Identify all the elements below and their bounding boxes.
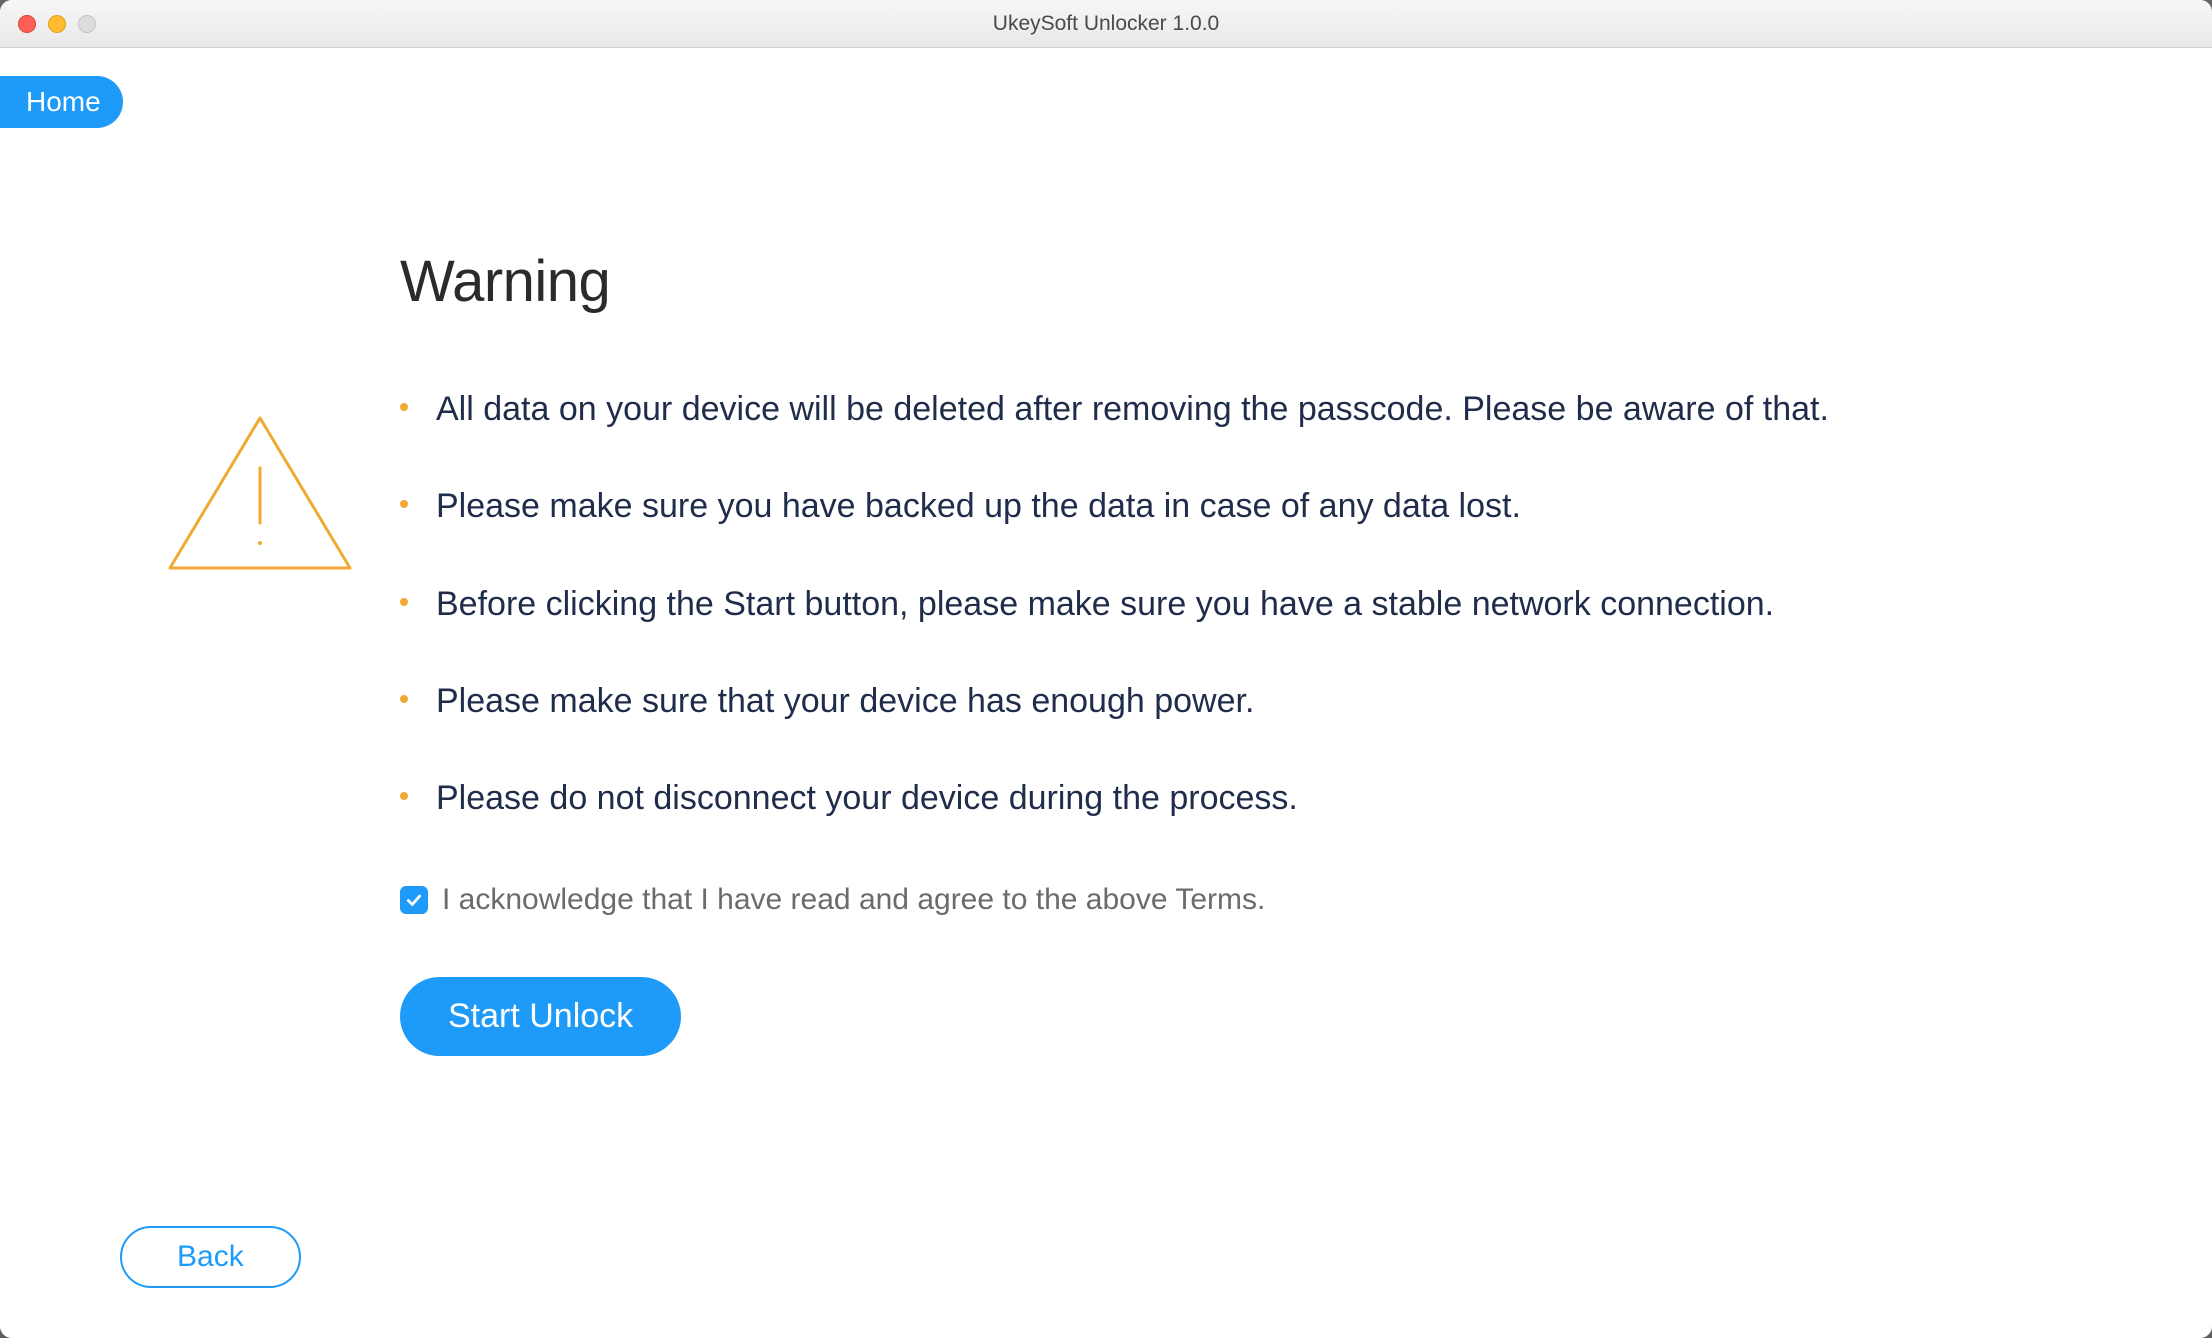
warning-triangle-icon — [160, 408, 360, 583]
zoom-window-button[interactable] — [78, 15, 96, 33]
bullet-text: Please make sure that your device has en… — [436, 677, 1254, 726]
close-window-button[interactable] — [18, 15, 36, 33]
bullet-text: Before clicking the Start button, please… — [436, 580, 1774, 629]
home-tab-label: Home — [26, 86, 101, 117]
list-item: Please make sure that your device has en… — [400, 677, 2112, 726]
bullet-text: Please do not disconnect your device dur… — [436, 774, 1298, 823]
warning-icon-column — [120, 248, 400, 1056]
bullet-icon — [400, 500, 408, 508]
list-item: Before clicking the Start button, please… — [400, 580, 2112, 629]
content-area: Home Warning All data on your devi — [0, 48, 2212, 1338]
bullet-icon — [400, 403, 408, 411]
bullet-text: All data on your device will be deleted … — [436, 385, 1829, 434]
traffic-lights — [0, 15, 96, 33]
acknowledge-checkbox[interactable] — [400, 886, 428, 914]
back-label: Back — [177, 1240, 244, 1273]
bullet-icon — [400, 792, 408, 800]
acknowledge-row: I acknowledge that I have read and agree… — [400, 883, 2112, 917]
app-window: UkeySoft Unlocker 1.0.0 Home Warning — [0, 0, 2212, 1338]
home-tab[interactable]: Home — [0, 76, 123, 128]
list-item: All data on your device will be deleted … — [400, 385, 2112, 434]
warning-heading: Warning — [400, 248, 2112, 315]
text-column: Warning All data on your device will be … — [400, 248, 2212, 1056]
check-icon — [405, 891, 423, 909]
minimize-window-button[interactable] — [48, 15, 66, 33]
main-body: Warning All data on your device will be … — [0, 48, 2212, 1056]
titlebar: UkeySoft Unlocker 1.0.0 — [0, 0, 2212, 48]
bullet-icon — [400, 598, 408, 606]
list-item: Please make sure you have backed up the … — [400, 482, 2112, 531]
bullet-icon — [400, 695, 408, 703]
window-title: UkeySoft Unlocker 1.0.0 — [0, 12, 2212, 36]
bullet-text: Please make sure you have backed up the … — [436, 482, 1521, 531]
list-item: Please do not disconnect your device dur… — [400, 774, 2112, 823]
back-button[interactable]: Back — [120, 1226, 301, 1288]
warning-bullet-list: All data on your device will be deleted … — [400, 385, 2112, 823]
acknowledge-label: I acknowledge that I have read and agree… — [442, 883, 1265, 917]
start-unlock-label: Start Unlock — [448, 997, 633, 1035]
start-unlock-button[interactable]: Start Unlock — [400, 977, 681, 1056]
